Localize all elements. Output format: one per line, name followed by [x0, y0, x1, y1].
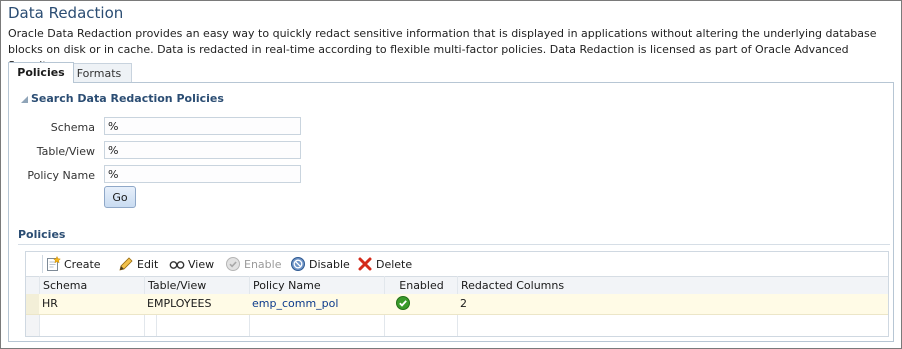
- cell-table-view: EMPLOYEES: [147, 297, 212, 310]
- row-selector[interactable]: [26, 294, 39, 314]
- disable-circle-icon: [290, 256, 306, 272]
- red-x-icon: [357, 256, 373, 272]
- policies-section-header: Policies: [18, 228, 66, 241]
- grid-line: [156, 315, 157, 336]
- disclosure-triangle-icon[interactable]: [21, 96, 28, 103]
- page-title: Data Redaction: [8, 4, 124, 22]
- search-section-title: Search Data Redaction Policies: [31, 92, 224, 105]
- page-description: Oracle Data Redaction provides an easy w…: [8, 27, 877, 72]
- table-view-input[interactable]: [104, 141, 301, 159]
- column-header-redacted-columns[interactable]: Redacted Columns: [457, 277, 889, 294]
- schema-label: Schema: [50, 121, 95, 134]
- view-button[interactable]: View: [169, 256, 214, 272]
- cell-redacted-columns: 2: [460, 297, 467, 310]
- policies-tab-panel: Search Data Redaction Policies Schema Ta…: [8, 82, 894, 342]
- policies-toolbar: Create Edit View Enable Disable Delete: [26, 252, 888, 276]
- pencil-icon: [118, 256, 134, 272]
- column-header-policy-name[interactable]: Policy Name: [249, 277, 385, 294]
- create-button[interactable]: Create: [45, 255, 101, 272]
- cell-schema: HR: [42, 297, 58, 310]
- column-header-enabled[interactable]: Enabled: [384, 277, 458, 294]
- section-divider: [18, 244, 890, 245]
- policy-name-label: Policy Name: [27, 169, 95, 182]
- search-section-header[interactable]: Search Data Redaction Policies: [21, 92, 224, 105]
- check-circle-icon: [225, 256, 241, 272]
- edit-label: Edit: [137, 258, 159, 271]
- go-button[interactable]: Go: [104, 186, 136, 208]
- cell-policy-name-link[interactable]: emp_comm_pol: [249, 294, 338, 314]
- policy-name-input[interactable]: [104, 165, 301, 183]
- enable-button[interactable]: Enable: [225, 256, 281, 272]
- glasses-icon: [169, 256, 185, 272]
- edit-button[interactable]: Edit: [118, 256, 158, 272]
- policies-table: Create Edit View Enable Disable Delete S…: [25, 251, 889, 337]
- table-view-label: Table/View: [36, 145, 95, 158]
- delete-label: Delete: [376, 258, 413, 271]
- cell-enabled: [396, 294, 410, 314]
- delete-button[interactable]: Delete: [357, 256, 412, 272]
- tab-formats[interactable]: Formats: [66, 63, 132, 83]
- tab-policies[interactable]: Policies: [8, 62, 74, 83]
- create-label: Create: [64, 258, 101, 271]
- disable-button[interactable]: Disable: [290, 256, 350, 272]
- schema-input[interactable]: [104, 117, 301, 135]
- column-header-schema[interactable]: Schema: [39, 277, 145, 294]
- enabled-check-icon: [396, 296, 410, 310]
- create-icon: [45, 255, 61, 272]
- view-label: View: [188, 258, 215, 271]
- enable-label: Enable: [244, 258, 282, 271]
- toolbar-separator: [42, 255, 43, 273]
- column-header-table-view[interactable]: Table/View: [144, 277, 250, 294]
- empty-row-area: [26, 315, 39, 336]
- disable-label: Disable: [309, 258, 350, 271]
- table-row[interactable]: HR EMPLOYEES emp_comm_pol 2: [26, 294, 888, 315]
